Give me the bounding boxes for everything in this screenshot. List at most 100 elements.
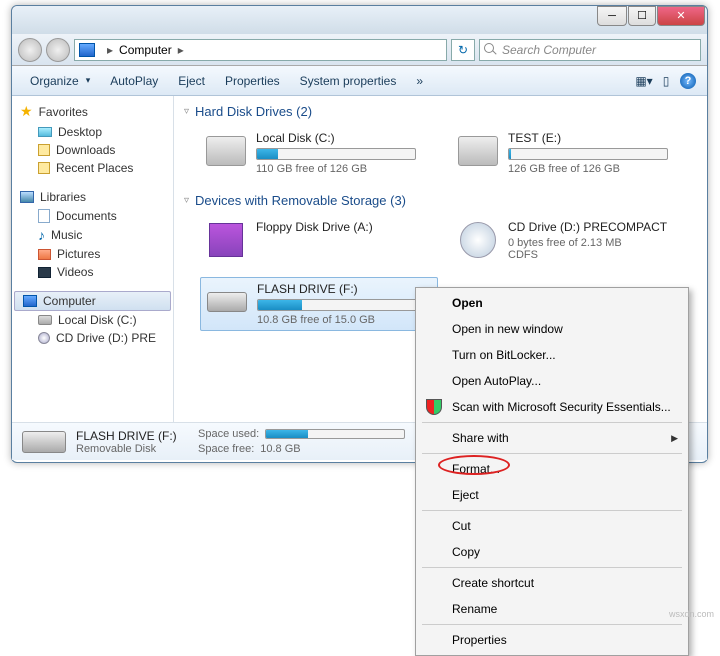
crumb-arrow-icon[interactable]: ▸ (172, 43, 190, 57)
menu-item-eject[interactable]: Eject (418, 482, 686, 508)
menu-item-label: Open in new window (452, 322, 563, 336)
menu-item-create-shortcut[interactable]: Create shortcut (418, 570, 686, 596)
desktop-icon (38, 127, 52, 137)
sidebar-item-label: Downloads (56, 143, 115, 157)
close-button[interactable]: ✕ (657, 6, 705, 26)
menu-item-open-in-new-window[interactable]: Open in new window (418, 316, 686, 342)
toolbar: Organize AutoPlay Eject Properties Syste… (12, 66, 707, 96)
drive-item[interactable]: FLASH DRIVE (F:) 10.8 GB free of 15.0 GB (200, 277, 438, 331)
search-icon (484, 43, 498, 57)
sidebar-item-localdisk[interactable]: Local Disk (C:) (12, 311, 173, 329)
usage-bar (256, 148, 416, 160)
drive-item[interactable]: CD Drive (D:) PRECOMPACT 0 bytes free of… (452, 216, 690, 265)
section-hdd[interactable]: ▿Hard Disk Drives (2) (184, 104, 697, 119)
address-bar[interactable]: ▸ Computer ▸ (74, 39, 447, 61)
hdd-icon (456, 131, 500, 171)
menu-item-label: Eject (452, 488, 479, 502)
drive-item[interactable]: Floppy Disk Drive (A:) (200, 216, 438, 265)
sidebar-item-label: CD Drive (D:) PRE (56, 331, 156, 345)
system-properties-button[interactable]: System properties (290, 70, 407, 92)
cd-icon (38, 332, 50, 344)
menu-item-label: Turn on BitLocker... (452, 348, 556, 362)
help-icon: ? (680, 73, 696, 89)
sidebar-item-downloads[interactable]: Downloads (12, 141, 173, 159)
menu-item-share-with[interactable]: Share with▶ (418, 425, 686, 451)
overflow-button[interactable]: » (406, 70, 433, 92)
menu-item-cut[interactable]: Cut (418, 513, 686, 539)
sidebar-item-videos[interactable]: Videos (12, 263, 173, 281)
sidebar-item-pictures[interactable]: Pictures (12, 245, 173, 263)
sidebar-item-label: Local Disk (C:) (58, 313, 137, 327)
forward-button[interactable] (46, 38, 70, 62)
free-label: Space free: (198, 443, 254, 455)
details-icon (22, 431, 66, 453)
menu-item-label: Open (452, 296, 483, 310)
usage-bar (265, 429, 405, 439)
maximize-button[interactable]: ☐ (628, 6, 656, 26)
videos-icon (38, 267, 51, 278)
menu-item-open[interactable]: Open (418, 290, 686, 316)
menu-item-copy[interactable]: Copy (418, 539, 686, 565)
titlebar[interactable]: ─ ☐ ✕ (12, 6, 707, 34)
menu-item-rename[interactable]: Rename (418, 596, 686, 622)
eject-button[interactable]: Eject (168, 70, 215, 92)
sidebar-item-desktop[interactable]: Desktop (12, 123, 173, 141)
sidebar-computer[interactable]: Computer (14, 291, 171, 311)
drive-item[interactable]: TEST (E:) 126 GB free of 126 GB (452, 127, 690, 179)
sidebar-item-cddrive[interactable]: CD Drive (D:) PRE (12, 329, 173, 347)
menu-item-label: Copy (452, 545, 480, 559)
preview-pane-button[interactable]: ▯ (655, 70, 677, 92)
floppy-icon (204, 220, 248, 260)
sidebar-item-label: Music (51, 228, 82, 242)
sidebar-item-recent[interactable]: Recent Places (12, 159, 173, 177)
view-button[interactable]: ▦▾ (633, 70, 655, 92)
menu-item-open-autoplay[interactable]: Open AutoPlay... (418, 368, 686, 394)
sidebar-item-music[interactable]: ♪Music (12, 225, 173, 245)
computer-icon (23, 295, 37, 307)
libraries-icon (20, 191, 34, 203)
free-value: 10.8 GB (260, 443, 300, 455)
menu-item-format[interactable]: Format... (418, 456, 686, 482)
help-button[interactable]: ? (677, 70, 699, 92)
used-label: Space used: (198, 428, 259, 440)
drive-icon (38, 315, 52, 325)
drive-label: TEST (E:) (508, 131, 686, 145)
organize-button[interactable]: Organize (20, 70, 100, 92)
crumb-arrow-icon[interactable]: ▸ (101, 43, 119, 57)
drive-label: CD Drive (D:) PRECOMPACT (508, 220, 686, 234)
sidebar: ★Favorites Desktop Downloads Recent Plac… (12, 96, 174, 422)
usage-bar (257, 299, 417, 311)
sidebar-libraries-label: Libraries (40, 190, 86, 204)
drive-free: 110 GB free of 126 GB (256, 163, 434, 175)
sidebar-item-documents[interactable]: Documents (12, 207, 173, 225)
documents-icon (38, 209, 50, 223)
drive-label: FLASH DRIVE (F:) (257, 282, 433, 296)
drive-label: Floppy Disk Drive (A:) (256, 220, 434, 234)
drive-free: 126 GB free of 126 GB (508, 163, 686, 175)
menu-item-scan-with-microsoft-security-essentials[interactable]: Scan with Microsoft Security Essentials.… (418, 394, 686, 420)
breadcrumb-location[interactable]: Computer (119, 43, 172, 57)
properties-button[interactable]: Properties (215, 70, 290, 92)
minimize-button[interactable]: ─ (597, 6, 627, 26)
drive-item[interactable]: Local Disk (C:) 110 GB free of 126 GB (200, 127, 438, 179)
menu-item-turn-on-bitlocker[interactable]: Turn on BitLocker... (418, 342, 686, 368)
refresh-button[interactable]: ↻ (451, 39, 475, 61)
menu-separator (422, 510, 682, 511)
autoplay-button[interactable]: AutoPlay (100, 70, 168, 92)
menu-separator (422, 624, 682, 625)
disc-icon (456, 220, 500, 260)
sidebar-favorites-label: Favorites (39, 105, 88, 119)
sidebar-favorites[interactable]: ★Favorites (12, 100, 173, 123)
search-input[interactable]: Search Computer (479, 39, 701, 61)
watermark: wsxdn.com (669, 609, 714, 619)
downloads-icon (38, 144, 50, 156)
menu-item-properties[interactable]: Properties (418, 627, 686, 653)
sidebar-item-label: Pictures (57, 247, 100, 261)
sidebar-item-label: Recent Places (56, 161, 133, 175)
section-removable[interactable]: ▿Devices with Removable Storage (3) (184, 193, 697, 208)
sidebar-item-label: Desktop (58, 125, 102, 139)
context-menu: Open Open in new window Turn on BitLocker.… (415, 287, 689, 656)
menu-item-label: Scan with Microsoft Security Essentials.… (452, 400, 671, 414)
back-button[interactable] (18, 38, 42, 62)
sidebar-libraries[interactable]: Libraries (12, 187, 173, 207)
